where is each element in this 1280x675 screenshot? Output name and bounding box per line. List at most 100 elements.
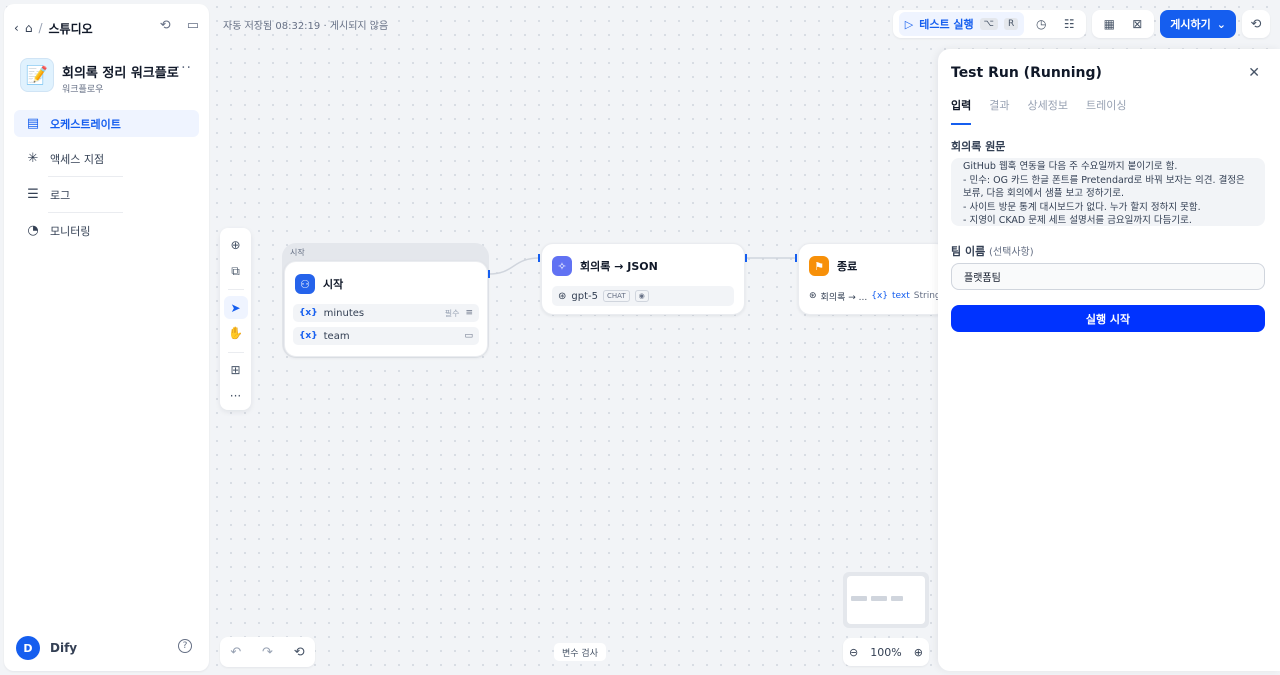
autosave-status: 자동 저장됨 08:32:19 · 게시되지 않음 (223, 21, 389, 32)
variable-icon: {x} (299, 308, 318, 318)
sidebar-tools: ⟲ ▭ (160, 18, 199, 33)
add-node-icon[interactable]: ⊕ (224, 234, 248, 257)
tab-detail[interactable]: 상세정보 (1028, 97, 1068, 125)
openai-icon: ⊛ (558, 290, 567, 302)
input-variable-row: {x} team ▭ (293, 327, 479, 345)
model-row: ⊛ gpt-5 CHAT ◉ (552, 286, 734, 306)
run-button[interactable]: 실행 시작 (951, 305, 1265, 332)
test-run-button[interactable]: ▷ 테스트 실행 ⌥ R (898, 12, 1025, 36)
app-card[interactable]: 📝 회의록 정리 워크플로 워크플로우 ··· (20, 58, 200, 98)
env-variables-icon[interactable]: ▦ (1098, 13, 1120, 35)
end-node[interactable]: ⚑ 종료 ⊛ 회의록 → ... {x} text String (798, 243, 948, 315)
sidebar-item-label: 모니터링 (50, 224, 91, 238)
tab-input[interactable]: 입력 (951, 97, 972, 125)
tab-tracing[interactable]: 트레이싱 (1086, 97, 1126, 125)
sidebar-item-logs[interactable]: ☰ 로그 (14, 181, 199, 208)
vision-icon: ◉ (634, 290, 649, 302)
tab-result[interactable]: 결과 (989, 97, 1009, 125)
model-mode-tag: CHAT (602, 290, 630, 302)
sidebar-item-label: 액세스 지점 (50, 152, 105, 166)
more-icon[interactable]: ··· (224, 384, 248, 407)
model-name: gpt-5 (571, 290, 598, 302)
run-group: ▷ 테스트 실행 ⌥ R ◷ ☷ (892, 10, 1087, 38)
team-label: 팀 이름 (선택사항) (951, 243, 1034, 259)
user-menu[interactable]: D Dify (16, 636, 77, 660)
variable-name: team (323, 330, 350, 342)
minimap-node (891, 596, 903, 601)
app-emoji-icon: 📝 (20, 58, 54, 92)
zoom-level[interactable]: 100% (870, 646, 901, 659)
play-icon: ▷ (904, 17, 914, 31)
test-run-panel: Test Run (Running) ✕ 입력 결과 상세정보 트레이싱 회의록… (938, 49, 1280, 671)
end-icon: ⚑ (809, 256, 829, 276)
refresh-icon[interactable]: ⟲ (160, 18, 171, 33)
breadcrumb-studio[interactable]: 스튜디오 (48, 20, 92, 37)
output-type: String (913, 291, 941, 301)
panel-title: Test Run (Running) (951, 65, 1102, 81)
breadcrumb: ‹ ⌂ / 스튜디오 (14, 18, 93, 38)
llm-icon: ✧ (552, 256, 572, 276)
output-variable-row: ⊛ 회의록 → ... {x} text String (809, 286, 949, 306)
breadcrumb-separator: / (38, 21, 43, 35)
version-history-icon[interactable]: ⟲ (294, 645, 305, 660)
node-title: 회의록 → JSON (580, 260, 658, 273)
undo-redo-bar: ↶ ↷ ⟲ (220, 637, 315, 667)
text-input-type-icon: ▭ (464, 331, 473, 341)
chevron-left-icon[interactable]: ‹ (14, 21, 19, 35)
more-icon[interactable]: ··· (176, 60, 192, 76)
start-node[interactable]: ⚇ 시작 {x} minutes 필수 ≡ {x} team ▭ (284, 261, 488, 357)
team-input[interactable]: 플랫폼팀 (951, 263, 1265, 290)
sidebar-item-orchestrate[interactable]: ▤ 오케스트레이트 (14, 110, 199, 137)
app-type: 워크플로우 (62, 85, 104, 95)
avatar: D (16, 636, 40, 660)
output-port[interactable] (745, 254, 747, 262)
test-run-label: 테스트 실행 (919, 18, 974, 31)
undo-icon[interactable]: ↶ (230, 645, 241, 660)
required-badge: 필수 (444, 308, 460, 318)
minutes-label: 회의록 원문 (951, 140, 1006, 153)
sidebar: ‹ ⌂ / 스튜디오 ⟲ ▭ 📝 회의록 정리 워크플로 워크플로우 ··· ▤… (4, 4, 209, 671)
add-note-icon[interactable]: ⧉ (224, 260, 248, 283)
node-header: ✧ 회의록 → JSON (552, 256, 658, 276)
home-icon[interactable]: ⌂ (25, 21, 33, 35)
history-icon[interactable]: ⟲ (1242, 10, 1270, 38)
organize-icon[interactable]: ⊞ (224, 359, 248, 382)
hand-icon[interactable]: ✋ (224, 322, 248, 345)
input-port[interactable] (795, 254, 797, 262)
variable-icon: {x} (871, 291, 889, 301)
close-icon[interactable]: ✕ (1248, 65, 1260, 81)
minimap[interactable] (843, 572, 929, 628)
group-label: 시작 (290, 248, 305, 257)
llm-small-icon: ⊛ (809, 291, 817, 301)
output-port[interactable] (488, 270, 490, 278)
help-icon[interactable]: ? (178, 639, 192, 653)
edge-start-llm (488, 257, 541, 275)
sidebar-toggle-icon[interactable]: ▭ (187, 18, 199, 33)
chevron-down-icon: ⌄ (1216, 17, 1226, 31)
sidebar-item-access[interactable]: ✳ 액세스 지점 (14, 145, 199, 172)
variable-inspect-button[interactable]: 변수 검사 (554, 643, 606, 661)
checklist-icon[interactable]: ◷ (1030, 13, 1052, 35)
conversation-variables-icon[interactable]: ⊠ (1126, 13, 1148, 35)
sidebar-item-monitoring[interactable]: ◔ 모니터링 (14, 217, 199, 244)
pointer-icon[interactable]: ➤ (223, 296, 248, 319)
minutes-textarea[interactable]: GitHub 웹훅 연동을 다음 주 수요일까지 붙이기로 함. - 민수: O… (951, 158, 1265, 226)
node-header: ⚇ 시작 (295, 274, 343, 294)
zoom-in-icon[interactable]: ⊕ (914, 646, 923, 659)
shortcut-key: R (1004, 18, 1019, 30)
input-port[interactable] (538, 254, 540, 262)
llm-node[interactable]: ✧ 회의록 → JSON ⊛ gpt-5 CHAT ◉ (541, 243, 745, 315)
redo-icon[interactable]: ↷ (262, 645, 273, 660)
start-icon: ⚇ (295, 274, 315, 294)
monitor-icon: ◔ (27, 223, 39, 238)
zoom-controls: ⊖ 100% ⊕ (843, 638, 929, 666)
zoom-out-icon[interactable]: ⊖ (849, 646, 858, 659)
env-group: ▦ ⊠ (1092, 10, 1155, 38)
node-header: ⚑ 종료 (809, 256, 857, 276)
minimap-node (851, 596, 867, 601)
publish-button[interactable]: 게시하기 ⌄ (1160, 10, 1236, 38)
input-variable-row: {x} minutes 필수 ≡ (293, 304, 479, 322)
features-icon[interactable]: ☷ (1058, 13, 1080, 35)
variable-name: minutes (323, 307, 365, 319)
log-icon: ☰ (27, 187, 39, 202)
